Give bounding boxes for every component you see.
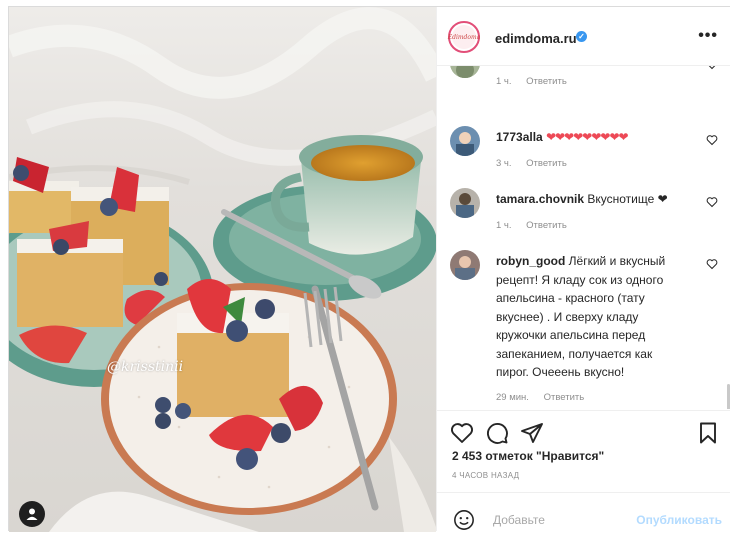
publish-button[interactable]: Опубликовать (636, 513, 722, 527)
bookmark-icon[interactable] (696, 421, 720, 445)
comment-meta: 1 ч. Ответить (496, 76, 579, 87)
comment-body: Вкуснотище ❤ (587, 192, 668, 206)
comment-body: ❤❤❤❤❤❤❤❤❤ (546, 130, 628, 144)
comment-item: 1773alla ❤❤❤❤❤❤❤❤❤ 3 ч. Ответить (450, 126, 718, 172)
comment-time: 1 ч. (496, 76, 512, 87)
comment-time: 29 мин. (496, 392, 529, 403)
account-name[interactable]: edimdoma.ru (495, 31, 577, 46)
instagram-post: @krisstinii Edimdoma edimdoma.ru ✓ ••• 1… (8, 6, 730, 532)
comment-item: tamara.chovnik Вкуснотище ❤ 1 ч. Ответит… (450, 188, 718, 234)
comment-meta: 29 мин. Ответить (496, 392, 596, 403)
heart-icon[interactable] (450, 421, 474, 445)
heart-small-icon[interactable] (706, 66, 718, 70)
more-options-button[interactable]: ••• (698, 27, 718, 45)
commenter-avatar[interactable] (450, 66, 480, 78)
commenter-avatar-image (450, 66, 480, 78)
comment-text-line: tamara.chovnik Вкуснотище ❤ (496, 190, 694, 209)
user-tag-button[interactable] (19, 501, 45, 527)
commenter-avatar[interactable] (450, 250, 480, 280)
account-avatar[interactable]: Edimdoma (448, 21, 480, 53)
comment-reply-button[interactable]: Ответить (526, 220, 567, 231)
comment-reply-button[interactable]: Ответить (526, 158, 567, 169)
comment-input[interactable] (493, 513, 653, 527)
verified-badge-icon: ✓ (576, 31, 587, 42)
comment-body: Лёгкий и вкусный рецепт! Я кладу сок из … (496, 254, 666, 379)
commenter-avatar[interactable] (450, 126, 480, 156)
comment-item: robyn_good Лёгкий и вкусный рецепт! Я кл… (450, 250, 718, 409)
comment-username[interactable]: 1773alla (496, 130, 543, 144)
comments-list[interactable]: 1 ч. Ответить 1773alla ❤❤❤❤❤❤❤❤❤ 3 ч. От… (437, 66, 730, 409)
heart-small-icon[interactable] (706, 258, 718, 270)
user-tag-icon (26, 508, 38, 520)
post-header: Edimdoma edimdoma.ru ✓ ••• (437, 7, 730, 66)
comment-time: 3 ч. (496, 158, 512, 169)
paper-plane-icon[interactable] (520, 421, 544, 445)
comment-username[interactable]: tamara.chovnik (496, 192, 584, 206)
comment-meta: 1 ч. Ответить (496, 220, 579, 231)
comment-meta: 3 ч. Ответить (496, 158, 579, 169)
post-side-panel: Edimdoma edimdoma.ru ✓ ••• 1 ч. Ответить (436, 7, 730, 531)
commenter-avatar-image (450, 126, 480, 156)
comment-text-line: robyn_good Лёгкий и вкусный рецепт! Я кл… (496, 252, 676, 382)
comment-icon[interactable] (485, 421, 509, 445)
post-timestamp: 4 ЧАСОВ НАЗАД (452, 471, 520, 480)
comment-username[interactable]: robyn_good (496, 254, 565, 268)
emoji-icon[interactable] (453, 509, 475, 531)
heart-small-icon[interactable] (706, 196, 718, 208)
commenter-avatar-image (450, 250, 480, 280)
comment-time: 1 ч. (496, 220, 512, 231)
comment-reply-button[interactable]: Ответить (544, 392, 585, 403)
commenter-avatar-image (450, 188, 480, 218)
photo-watermark: @krisstinii (107, 359, 184, 375)
account-avatar-logo: Edimdoma (448, 25, 480, 49)
heart-small-icon[interactable] (706, 134, 718, 146)
comment-item: 1 ч. Ответить (450, 66, 716, 100)
comment-text-line: 1773alla ❤❤❤❤❤❤❤❤❤ (496, 128, 694, 147)
comment-reply-button[interactable]: Ответить (526, 76, 567, 87)
likes-count[interactable]: 2 453 отметок "Нравится" (452, 449, 604, 463)
commenter-avatar[interactable] (450, 188, 480, 218)
cake-photo-illustration (9, 7, 436, 532)
post-photo[interactable]: @krisstinii (9, 7, 436, 532)
